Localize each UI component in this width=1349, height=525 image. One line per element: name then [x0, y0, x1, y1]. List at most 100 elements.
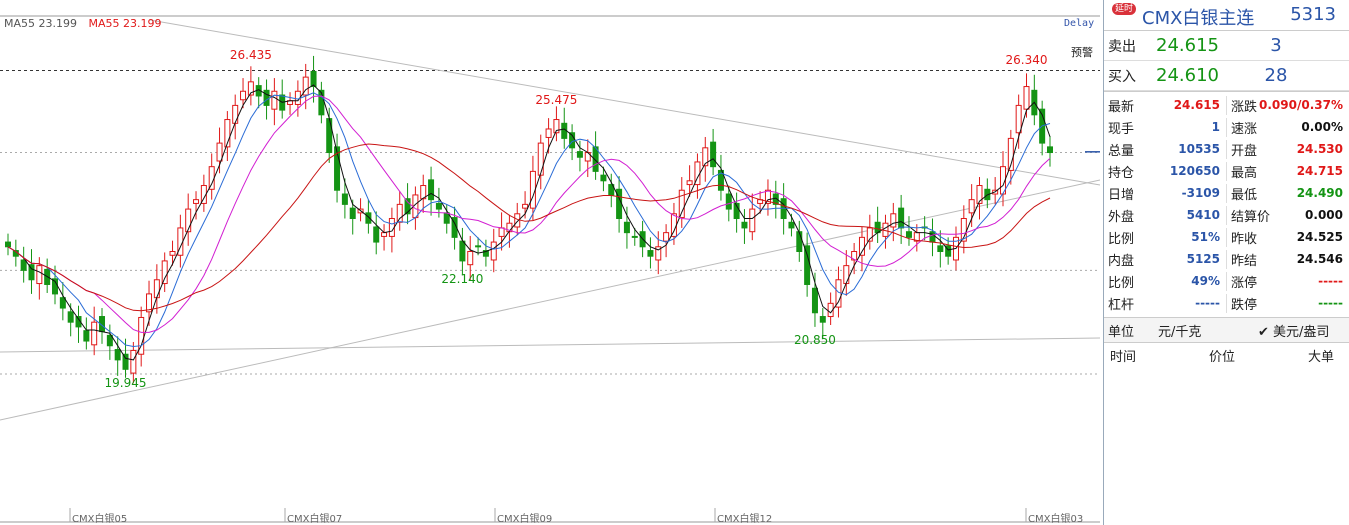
candle-body: [130, 349, 137, 374]
stats-cell-left: 外盘 5410: [1104, 205, 1227, 225]
candle-body: [663, 232, 670, 242]
unit-label: 单位: [1108, 324, 1135, 340]
stats-label: 比例: [1108, 231, 1135, 247]
stats-cell-left: 现手 1: [1104, 117, 1227, 137]
stats-value: -3109: [1181, 186, 1220, 200]
candle-body: [216, 142, 223, 162]
ma-legend-2: MA55 23.199: [88, 17, 162, 30]
stats-label: 外盘: [1108, 209, 1135, 225]
stats-value: 24.530: [1296, 142, 1343, 156]
stats-cell-left: 比例 51%: [1104, 227, 1227, 247]
candle-body: [396, 203, 403, 223]
stats-label: 最高: [1231, 165, 1258, 181]
candle-body: [905, 231, 912, 238]
stats-cell-right: 开盘 24.530: [1227, 140, 1349, 159]
stats-value: 1: [1211, 120, 1220, 134]
stats-label: 日增: [1108, 187, 1135, 203]
trend-line-support: [0, 337, 1101, 353]
candle-body: [545, 128, 552, 138]
trade-list-header: 时间 价位 大单: [1104, 343, 1349, 367]
stats-value: 24.715: [1296, 164, 1343, 178]
candle-body: [310, 70, 317, 88]
candle-body: [804, 245, 811, 285]
unit-option-usd[interactable]: ✔ 美元/盎司: [1258, 321, 1329, 340]
candle-body: [232, 104, 239, 124]
stats-cell-left: 持仓 120650: [1104, 161, 1227, 181]
candle-body: [890, 213, 897, 228]
candle-body: [475, 245, 482, 248]
stats-cell-right: 昨收 24.525: [1227, 228, 1349, 247]
low-price-label: 22.140: [441, 272, 484, 287]
stats-row: 现手 1 速涨 0.00%: [1104, 116, 1349, 138]
stats-value: -----: [1195, 296, 1220, 310]
candle-body: [1015, 104, 1022, 134]
delay-label: Delay: [1064, 18, 1095, 29]
candle-body: [670, 213, 677, 237]
candle-body: [91, 321, 98, 346]
candle-body: [5, 241, 11, 248]
buy-label: 买入: [1108, 68, 1136, 85]
alert-label[interactable]: 预警: [1071, 44, 1093, 60]
candle-body: [67, 311, 74, 323]
stats-label: 涨跌: [1231, 99, 1258, 115]
sell-label: 卖出: [1108, 38, 1136, 55]
stats-cell-left: 最新 24.615: [1104, 95, 1227, 115]
candle-body: [600, 174, 607, 182]
stats-cell-left: 比例 49%: [1104, 271, 1227, 291]
candle-body: [858, 236, 865, 256]
stats-label: 跌停: [1231, 297, 1258, 313]
candle-body: [349, 207, 356, 220]
stats-label: 结算价: [1231, 209, 1271, 225]
candle-body: [271, 90, 278, 110]
candle-body: [968, 199, 975, 214]
candle-body: [811, 287, 818, 314]
candle-body: [459, 240, 466, 262]
quote-panel: 延时 CMX白银主连 5313 卖出 24.615 3 买入 24.610 28…: [1103, 0, 1349, 525]
buy-volume: 28: [1264, 65, 1288, 86]
stats-value: 10535: [1178, 142, 1220, 156]
candle-body: [796, 231, 803, 252]
stats-label: 持仓: [1108, 165, 1135, 181]
candle-body: [373, 226, 380, 243]
candlestick-chart[interactable]: [0, 0, 1103, 525]
stats-label: 内盘: [1108, 253, 1135, 269]
delay-badge: 延时: [1112, 3, 1137, 15]
stats-cell-left: 日增 -3109: [1104, 183, 1227, 203]
candle-body: [428, 179, 435, 201]
buy-price: 24.610: [1156, 65, 1219, 86]
stats-value: 0.090/0.37%: [1259, 98, 1343, 112]
candle-body: [576, 151, 583, 158]
trend-line-lower: [0, 179, 1101, 421]
stats-row: 日增 -3109 最低 24.490: [1104, 182, 1349, 204]
stats-row: 杠杆 ----- 跌停 -----: [1104, 292, 1349, 314]
trade-big-header: 大单: [1308, 349, 1335, 365]
candle-body: [686, 180, 693, 186]
stats-row: 外盘 5410 结算价 0.000: [1104, 204, 1349, 226]
candle-body: [710, 141, 717, 168]
candle-body: [122, 353, 129, 370]
stats-label: 总量: [1108, 143, 1135, 159]
stats-cell-left: 杠杆 -----: [1104, 293, 1227, 313]
stats-value: 24.490: [1296, 186, 1343, 200]
stats-cell-right: 结算价 0.000: [1227, 206, 1349, 225]
candle-body: [835, 279, 842, 308]
candle-body: [1023, 86, 1030, 110]
instrument-title[interactable]: CMX白银主连: [1142, 4, 1254, 30]
candle-body: [819, 316, 826, 323]
stats-value: 5410: [1186, 208, 1220, 222]
candle-body: [498, 227, 505, 237]
candle-body: [522, 203, 529, 209]
sell-volume: 3: [1270, 35, 1282, 56]
candle-body: [843, 265, 850, 285]
candle-body: [208, 166, 215, 190]
stats-value: 0.000: [1305, 208, 1343, 222]
stats-cell-right: 最高 24.715: [1227, 162, 1349, 181]
candle-body: [537, 142, 544, 176]
high-price-label: 26.340: [1005, 52, 1048, 67]
stats-value: -----: [1318, 274, 1343, 288]
stats-row: 比例 49% 涨停 -----: [1104, 270, 1349, 292]
chart-area[interactable]: MA55 23.199 MA55 23.199 Delay 预警 26.435 2…: [0, 0, 1103, 525]
low-price-label: 20.850: [793, 333, 836, 348]
candle-body: [898, 207, 905, 229]
unit-option-yuan[interactable]: 元/千克: [1158, 321, 1258, 340]
